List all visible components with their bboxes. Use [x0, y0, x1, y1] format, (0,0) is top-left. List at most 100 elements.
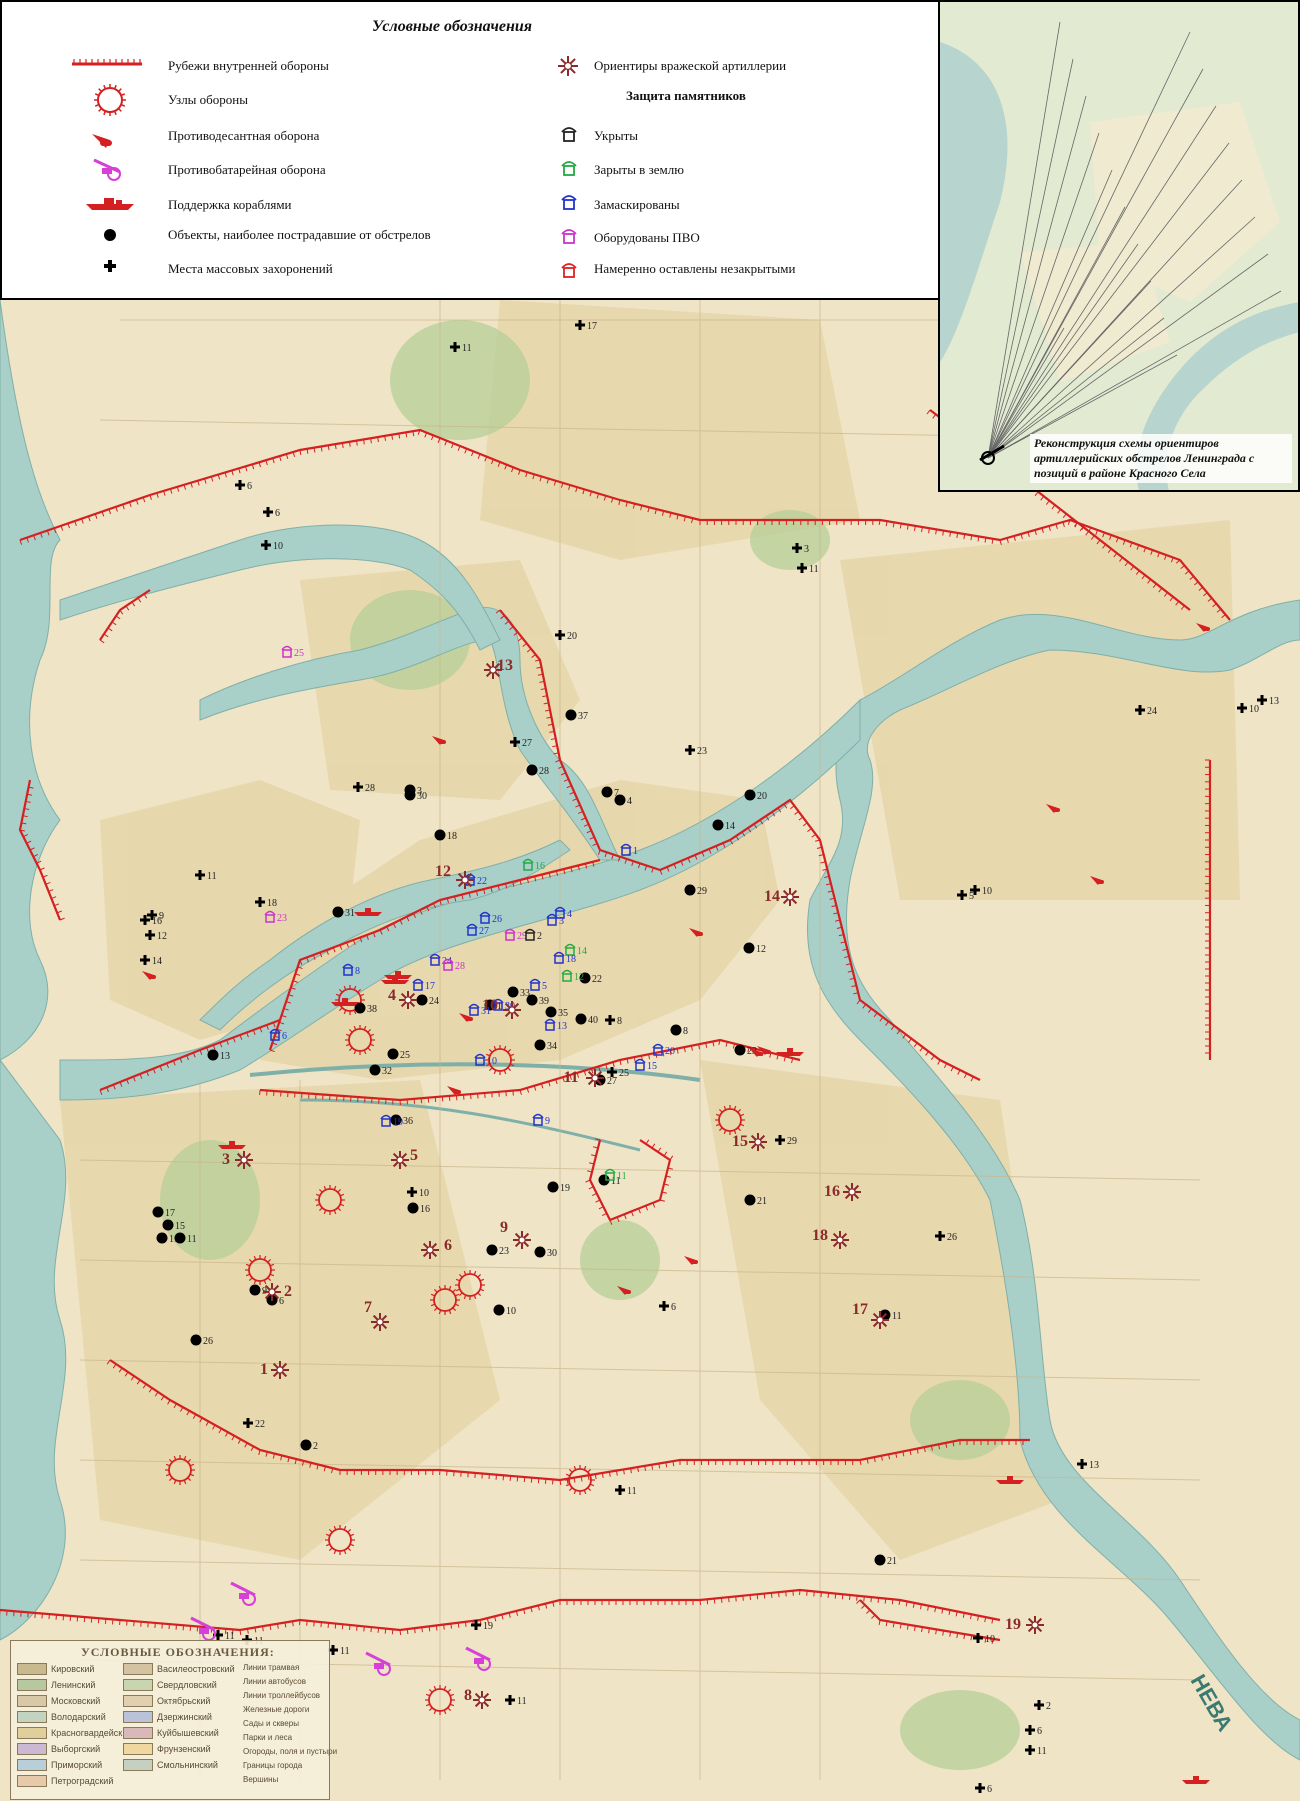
burial-label: 12	[157, 931, 167, 942]
legend-label-monument-masked: Замаскированы	[594, 197, 680, 212]
damaged-object-label: 7	[614, 788, 619, 799]
damaged-object-label: 8	[683, 1026, 688, 1037]
symbol-legend-item: Вершины	[243, 1775, 279, 1784]
district-name: Володарский	[51, 1712, 106, 1722]
monument-label: 5	[542, 981, 547, 992]
burial-label: 29	[787, 1136, 797, 1147]
district-name: Московский	[51, 1696, 101, 1706]
artillery-target-icon	[371, 1313, 389, 1331]
burial-label: 24	[1147, 706, 1157, 717]
district-swatch	[123, 1695, 153, 1707]
district-legend-item: Красногвардейск	[17, 1727, 122, 1739]
damaged-object-label: 36	[403, 1116, 413, 1127]
ship-support-icon	[86, 198, 134, 210]
district-name: Дзержинский	[157, 1712, 212, 1722]
artillery-target-label: 2	[284, 1283, 292, 1300]
district-swatch	[17, 1727, 47, 1739]
monument-air-defense-icon	[561, 229, 577, 244]
district-legend-item: Выборгский	[17, 1743, 100, 1755]
burial-label: 19	[483, 1621, 493, 1632]
district-name: Приморский	[51, 1760, 103, 1770]
monument-buried-icon	[561, 161, 577, 176]
monument-label: 6	[282, 1031, 287, 1042]
inset-map[interactable]: Реконструкция схемы ориентиров артиллери…	[938, 0, 1300, 492]
burial-label: 11	[809, 564, 819, 575]
damaged-object-label: 11	[892, 1311, 902, 1322]
monument-label: 14	[577, 946, 587, 957]
damaged-object-label: 10	[506, 1306, 516, 1317]
damaged-object-label: 23	[499, 1246, 509, 1257]
monument-label: 12	[574, 972, 584, 983]
district-swatch	[123, 1727, 153, 1739]
damaged-object-label: 19	[560, 1183, 570, 1194]
damaged-object-label: 11	[187, 1234, 197, 1245]
district-legend-item: Кировский	[17, 1663, 94, 1675]
district-legend-item: Фрунзенский	[123, 1743, 211, 1755]
artillery-target-icon	[871, 1311, 889, 1329]
damaged-object-label: 29	[697, 886, 707, 897]
artillery-target-icon	[503, 1001, 521, 1019]
artillery-target-icon	[558, 56, 578, 76]
district-name: Выборгский	[51, 1744, 101, 1754]
legend-label-counter-battery: Противобатарейная оборона	[168, 162, 326, 177]
monument-label: 19	[393, 1117, 403, 1128]
symbol-legend-item: Линии трамвая	[243, 1663, 300, 1672]
district-name: Свердловский	[157, 1680, 217, 1690]
counter-battery-icon	[93, 158, 121, 181]
artillery-target-label: 4	[388, 987, 396, 1004]
damaged-object-label: 17	[165, 1208, 175, 1219]
monument-label: 22	[477, 876, 487, 887]
artillery-target-icon	[235, 1151, 253, 1169]
damaged-object-label: 2	[313, 1441, 318, 1452]
burial-label: 27	[522, 738, 532, 749]
district-name: Красногвардейск	[51, 1728, 123, 1738]
artillery-target-icon	[749, 1133, 767, 1151]
district-name: Куйбышевский	[157, 1728, 219, 1738]
symbol-legend-item: Сады и скверы	[243, 1719, 299, 1728]
burial-label: 10	[1249, 704, 1259, 715]
burial-label: 20	[567, 631, 577, 642]
damaged-object-label: 16	[420, 1204, 430, 1215]
monument-label: 17	[425, 981, 435, 992]
burial-label: 11	[207, 871, 217, 882]
district-legend-item: Московский	[17, 1695, 100, 1707]
artillery-target-label: 5	[410, 1147, 418, 1164]
burial-label: 9	[159, 911, 164, 922]
artillery-target-label: 13	[497, 657, 513, 674]
district-swatch	[123, 1743, 153, 1755]
monument-label: 18	[566, 954, 576, 965]
damaged-object-label: 33	[520, 988, 530, 999]
district-swatch	[17, 1759, 47, 1771]
burial-label: 22	[255, 1419, 265, 1430]
burial-label: 5	[969, 891, 974, 902]
burial-label: 11	[1037, 1746, 1047, 1757]
district-swatch	[123, 1663, 153, 1675]
damaged-object-label: 18	[447, 831, 457, 842]
damaged-object-label: 12	[756, 944, 766, 955]
legend-panel: Условные обозначения Рубежи внутренней о…	[0, 0, 940, 300]
monument-covered-icon	[561, 127, 577, 142]
district-legend-item: Куйбышевский	[123, 1727, 219, 1739]
district-swatch	[123, 1759, 153, 1771]
district-swatch	[17, 1663, 47, 1675]
monument-label: 8	[355, 966, 360, 977]
burial-label: 26	[947, 1232, 957, 1243]
artillery-target-icon	[391, 1151, 409, 1169]
damaged-object-label: 21	[887, 1556, 897, 1567]
monument-label: 1	[633, 846, 638, 857]
legend-label-monument-pvo: Оборудованы ПВО	[594, 230, 700, 245]
legend-label-burial: Места массовых захоронений	[168, 261, 333, 276]
damaged-object-label: 22	[592, 974, 602, 985]
damaged-object-label: 32	[382, 1066, 392, 1077]
monument-label: 10	[487, 1056, 497, 1067]
damaged-object-label: 31	[345, 908, 355, 919]
damaged-object-label: 25	[400, 1050, 410, 1061]
district-legend-item: Октябрьский	[123, 1695, 210, 1707]
monument-label: 25	[294, 648, 304, 659]
legend-label-damaged-object: Объекты, наиболее пострадавшие от обстре…	[168, 227, 431, 242]
damaged-object-label: 4	[627, 796, 632, 807]
damaged-object-label: 40	[588, 1015, 598, 1026]
artillery-target-icon	[271, 1361, 289, 1379]
artillery-target-label: 18	[812, 1227, 828, 1244]
anti-landing-icon	[92, 134, 112, 148]
